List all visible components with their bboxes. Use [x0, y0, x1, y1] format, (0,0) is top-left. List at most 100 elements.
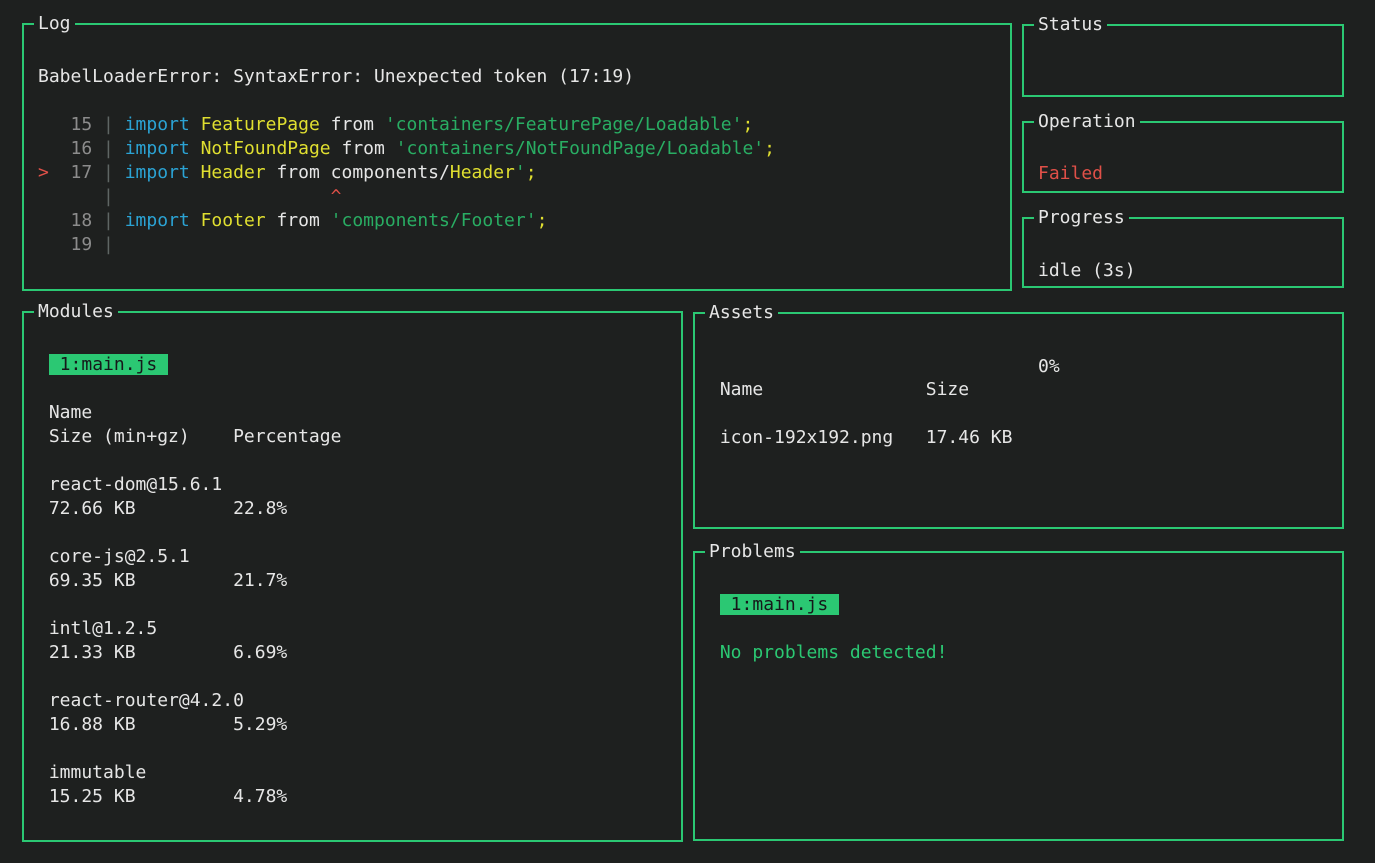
- code-line: 16 | import NotFoundPage from 'container…: [38, 137, 996, 161]
- text-token: import: [125, 114, 190, 135]
- code-line: 18 | import Footer from 'components/Foot…: [38, 209, 996, 233]
- spacer-row: [38, 665, 667, 689]
- assets-panel: Assets Name Size icon-192x192.png 17.46 …: [693, 312, 1344, 529]
- assets-content[interactable]: Name Size icon-192x192.png 17.46 KB: [695, 314, 1342, 466]
- spacer-row: [38, 737, 667, 761]
- progress-panel: Progress 0%: [1022, 217, 1344, 288]
- text-token: 16: [38, 138, 103, 159]
- log-panel-title: Log: [34, 12, 75, 36]
- modules-panel-title: Modules: [34, 300, 118, 324]
- text-token: [190, 114, 201, 135]
- text-token: 'containers/NotFoundPage/Loadable': [396, 138, 764, 159]
- text-token: Header: [450, 162, 515, 183]
- text-token: from: [331, 138, 396, 159]
- spacer-row: [38, 41, 996, 65]
- problems-panel-title: Problems: [705, 540, 800, 564]
- text-token: 19: [38, 234, 103, 255]
- text-token: 16.88 KB 5.29%: [38, 714, 287, 735]
- text-token: [709, 594, 720, 615]
- text-token: |: [103, 234, 114, 255]
- text-token: Name Size: [709, 379, 969, 400]
- spacer-row: [38, 377, 667, 401]
- module-name: intl@1.2.5: [38, 617, 667, 641]
- operation-panel-title: Operation: [1034, 110, 1140, 134]
- text-token: from components/: [266, 162, 450, 183]
- module-size-percentage: 72.66 KB 22.8%: [38, 497, 667, 521]
- text-token: intl@1.2.5: [38, 618, 157, 639]
- text-token: Header: [201, 162, 266, 183]
- text-token: |: [103, 114, 125, 135]
- asset-row: icon-192x192.png 17.46 KB: [709, 426, 1328, 450]
- code-line: > 17 | import Header from components/Hea…: [38, 161, 996, 185]
- modules-header-name: Name: [38, 401, 667, 425]
- operation-panel: Operation idle (3s): [1022, 121, 1344, 193]
- text-token: ': [515, 162, 526, 183]
- problems-panel: Problems 1:main.js No problems detected!: [693, 551, 1344, 841]
- text-token: Name: [38, 402, 92, 423]
- problems-message: No problems detected!: [709, 641, 1328, 665]
- problems-content[interactable]: 1:main.js No problems detected!: [695, 553, 1342, 681]
- spacer-row: [38, 593, 667, 617]
- text-token: core-js@2.5.1: [38, 546, 190, 567]
- module-name: immutable: [38, 761, 667, 785]
- text-token: [190, 162, 201, 183]
- text-token: 17: [49, 162, 103, 183]
- module-size-percentage: 69.35 KB 21.7%: [38, 569, 667, 593]
- status-panel-title: Status: [1034, 13, 1107, 37]
- module-name: react-dom@15.6.1: [38, 473, 667, 497]
- modules-header-size-percentage: Size (min+gz) Percentage: [38, 425, 667, 449]
- text-token: |: [103, 138, 125, 159]
- spacer-row: [38, 89, 996, 113]
- text-token: react-router@4.2.0: [38, 690, 244, 711]
- text-token: 15.25 KB 4.78%: [38, 786, 287, 807]
- text-token: 72.66 KB 22.8%: [38, 498, 287, 519]
- chunk-badge-row: 1:main.js: [709, 593, 1328, 617]
- text-token: [38, 354, 49, 375]
- assets-panel-title: Assets: [705, 301, 778, 325]
- spacer-row: [709, 617, 1328, 641]
- text-token: ;: [526, 162, 537, 183]
- text-token: NotFoundPage: [201, 138, 331, 159]
- assets-header: Name Size: [709, 378, 1328, 402]
- text-token: react-dom@15.6.1: [38, 474, 222, 495]
- status-panel: Status Failed: [1022, 24, 1344, 97]
- spacer-row: [38, 449, 667, 473]
- progress-panel-title: Progress: [1034, 206, 1129, 230]
- error-message: BabelLoaderError: SyntaxError: Unexpecte…: [38, 65, 996, 89]
- text-token: |: [103, 162, 125, 183]
- modules-content[interactable]: 1:main.js Name Size (min+gz) Percentage …: [24, 313, 681, 825]
- chunk-badge: 1:main.js: [49, 354, 168, 375]
- spacer-row: [38, 329, 667, 353]
- chunk-badge: 1:main.js: [720, 594, 839, 615]
- text-token: ;: [742, 114, 753, 135]
- spacer-row: [709, 330, 1328, 354]
- text-token: 18: [38, 210, 103, 231]
- module-size-percentage: 21.33 KB 6.69%: [38, 641, 667, 665]
- code-line: 19 |: [38, 233, 996, 257]
- code-line: | ^: [38, 185, 996, 209]
- text-token: 15: [38, 114, 103, 135]
- text-token: 21.33 KB 6.69%: [38, 642, 287, 663]
- text-token: No problems detected!: [709, 642, 947, 663]
- text-token: |: [38, 186, 125, 207]
- text-token: FeaturePage: [201, 114, 320, 135]
- text-token: icon-192x192.png 17.46 KB: [709, 427, 1012, 448]
- text-token: BabelLoaderError: SyntaxError: Unexpecte…: [38, 66, 634, 87]
- text-token: from: [320, 114, 385, 135]
- text-token: ;: [764, 138, 775, 159]
- text-token: 'components/Footer': [331, 210, 537, 231]
- chunk-badge-row: 1:main.js: [38, 353, 667, 377]
- spacer-row: [1038, 283, 1328, 307]
- module-name: react-router@4.2.0: [38, 689, 667, 713]
- modules-panel: Modules 1:main.js Name Size (min+gz) Per…: [22, 311, 683, 842]
- log-content[interactable]: BabelLoaderError: SyntaxError: Unexpecte…: [24, 25, 1010, 273]
- text-token: 69.35 KB 21.7%: [38, 570, 287, 591]
- text-token: |: [103, 210, 125, 231]
- text-token: [190, 210, 201, 231]
- text-token: Size (min+gz) Percentage: [38, 426, 341, 447]
- text-token: ;: [537, 210, 548, 231]
- spacer-row: [709, 402, 1328, 426]
- spacer-row: [38, 521, 667, 545]
- text-token: import: [125, 210, 190, 231]
- log-panel: Log BabelLoaderError: SyntaxError: Unexp…: [22, 23, 1012, 291]
